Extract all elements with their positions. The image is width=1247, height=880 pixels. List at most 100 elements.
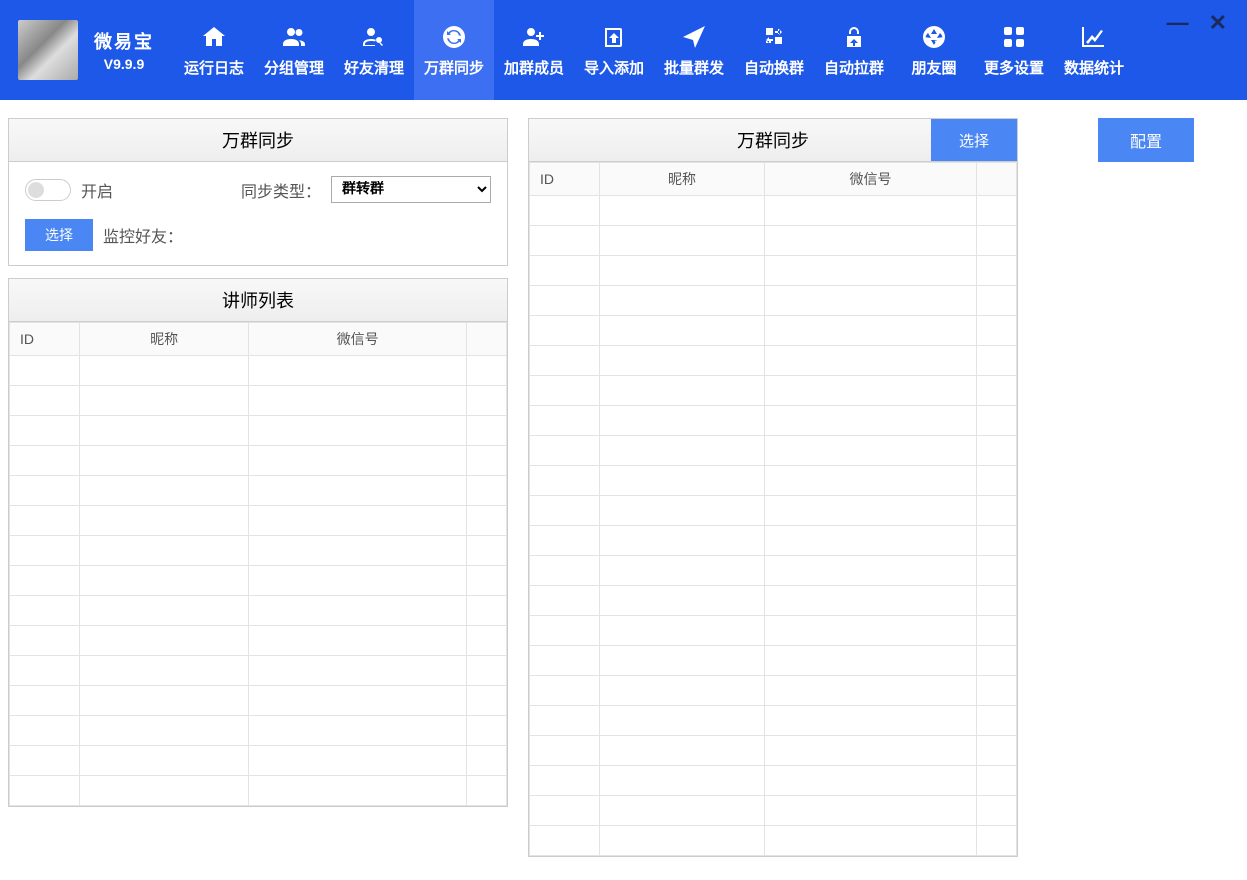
- table-row[interactable]: [10, 626, 507, 656]
- table-row[interactable]: [10, 746, 507, 776]
- table-row[interactable]: [530, 286, 1017, 316]
- app-header: 微易宝 V9.9.9 运行日志分组管理好友清理万群同步加群成员导入添加批量群发自…: [0, 0, 1247, 100]
- table-row[interactable]: [10, 356, 507, 386]
- monitor-friends-label: 监控好友：: [103, 223, 183, 247]
- nav-user-add[interactable]: 加群成员: [494, 0, 574, 100]
- select-groups-button[interactable]: 选择: [931, 119, 1017, 161]
- user-add-icon: [520, 23, 548, 51]
- close-icon[interactable]: ✕: [1209, 10, 1227, 36]
- table-row[interactable]: [530, 496, 1017, 526]
- table-row[interactable]: [530, 466, 1017, 496]
- table-row[interactable]: [530, 316, 1017, 346]
- teacher-list-title: 讲师列表: [9, 279, 507, 322]
- table-row[interactable]: [530, 706, 1017, 736]
- group-sync-panel: 万群同步 选择 ID 昵称 微信号: [528, 118, 1018, 857]
- col-id[interactable]: ID: [10, 323, 80, 356]
- col-wechat-id[interactable]: 微信号: [764, 163, 976, 196]
- nav-label: 导入添加: [584, 57, 644, 78]
- table-row[interactable]: [530, 556, 1017, 586]
- app-version: V9.9.9: [104, 56, 144, 72]
- chart-icon: [1080, 23, 1108, 51]
- sync-settings-panel: 万群同步 开启 同步类型： 群转群 选择 监控好友：: [8, 118, 508, 266]
- window-controls: — ✕: [1167, 10, 1227, 36]
- avatar: [18, 20, 78, 80]
- nav-label: 自动拉群: [824, 57, 884, 78]
- col-nickname[interactable]: 昵称: [80, 323, 249, 356]
- col-id[interactable]: ID: [530, 163, 600, 196]
- minimize-icon[interactable]: —: [1167, 10, 1189, 36]
- table-row[interactable]: [530, 616, 1017, 646]
- nav-pull[interactable]: 自动拉群: [814, 0, 894, 100]
- sync-type-select[interactable]: 群转群: [331, 176, 491, 203]
- table-row[interactable]: [10, 686, 507, 716]
- teacher-table: ID 昵称 微信号: [9, 322, 507, 806]
- nav-users[interactable]: 分组管理: [254, 0, 334, 100]
- table-row[interactable]: [10, 446, 507, 476]
- table-row[interactable]: [530, 406, 1017, 436]
- table-row[interactable]: [530, 646, 1017, 676]
- table-row[interactable]: [530, 766, 1017, 796]
- nav-sync[interactable]: 万群同步: [414, 0, 494, 100]
- send-icon: [680, 23, 708, 51]
- group-sync-title: 万群同步: [737, 127, 809, 153]
- sync-icon: [440, 23, 468, 51]
- app-name: 微易宝: [94, 28, 154, 54]
- nav-label: 自动换群: [744, 57, 804, 78]
- content-area: 万群同步 开启 同步类型： 群转群 选择 监控好友： 讲师列表: [0, 100, 1247, 875]
- col-spacer: [977, 163, 1017, 196]
- table-row[interactable]: [10, 656, 507, 686]
- nav-label: 运行日志: [184, 57, 244, 78]
- import-icon: [600, 23, 628, 51]
- table-row[interactable]: [530, 346, 1017, 376]
- nav-send[interactable]: 批量群发: [654, 0, 734, 100]
- nav-aperture[interactable]: 朋友圈: [894, 0, 974, 100]
- middle-column: 万群同步 选择 ID 昵称 微信号: [528, 118, 1018, 857]
- nav-label: 朋友圈: [911, 57, 956, 78]
- monitor-row: 选择 监控好友：: [25, 219, 491, 251]
- table-row[interactable]: [530, 586, 1017, 616]
- table-row[interactable]: [530, 736, 1017, 766]
- table-row[interactable]: [10, 536, 507, 566]
- grid-icon: [1000, 23, 1028, 51]
- swap-icon: [760, 23, 788, 51]
- group-sync-table: ID 昵称 微信号: [529, 162, 1017, 856]
- nav-home[interactable]: 运行日志: [174, 0, 254, 100]
- table-row[interactable]: [530, 256, 1017, 286]
- sync-type-label: 同步类型：: [241, 178, 321, 202]
- table-row[interactable]: [10, 416, 507, 446]
- config-button[interactable]: 配置: [1098, 118, 1194, 162]
- teacher-list-panel: 讲师列表 ID 昵称 微信号: [8, 278, 508, 807]
- table-row[interactable]: [530, 676, 1017, 706]
- table-row[interactable]: [530, 226, 1017, 256]
- table-row[interactable]: [10, 596, 507, 626]
- enable-toggle[interactable]: [25, 179, 71, 201]
- nav-label: 万群同步: [424, 57, 484, 78]
- group-sync-header: 万群同步 选择: [529, 119, 1017, 162]
- nav-import[interactable]: 导入添加: [574, 0, 654, 100]
- nav-user-search[interactable]: 好友清理: [334, 0, 414, 100]
- users-icon: [280, 23, 308, 51]
- select-friends-button[interactable]: 选择: [25, 219, 93, 251]
- table-row[interactable]: [10, 716, 507, 746]
- table-row[interactable]: [10, 476, 507, 506]
- table-row[interactable]: [530, 526, 1017, 556]
- nav-label: 分组管理: [264, 57, 324, 78]
- nav-swap[interactable]: 自动换群: [734, 0, 814, 100]
- main-nav: 运行日志分组管理好友清理万群同步加群成员导入添加批量群发自动换群自动拉群 朋友圈更…: [174, 0, 1134, 100]
- table-row[interactable]: [10, 386, 507, 416]
- sync-settings-body: 开启 同步类型： 群转群 选择 监控好友：: [9, 162, 507, 265]
- col-nickname[interactable]: 昵称: [600, 163, 765, 196]
- table-row[interactable]: [10, 776, 507, 806]
- nav-grid[interactable]: 更多设置: [974, 0, 1054, 100]
- col-wechat-id[interactable]: 微信号: [249, 323, 467, 356]
- app-title-block: 微易宝 V9.9.9: [94, 28, 154, 72]
- table-row[interactable]: [530, 436, 1017, 466]
- table-row[interactable]: [530, 796, 1017, 826]
- table-row[interactable]: [530, 196, 1017, 226]
- nav-chart[interactable]: 数据统计: [1054, 0, 1134, 100]
- table-row[interactable]: [10, 566, 507, 596]
- table-row[interactable]: [10, 506, 507, 536]
- table-row[interactable]: [530, 826, 1017, 856]
- table-row[interactable]: [530, 376, 1017, 406]
- nav-label: 好友清理: [344, 57, 404, 78]
